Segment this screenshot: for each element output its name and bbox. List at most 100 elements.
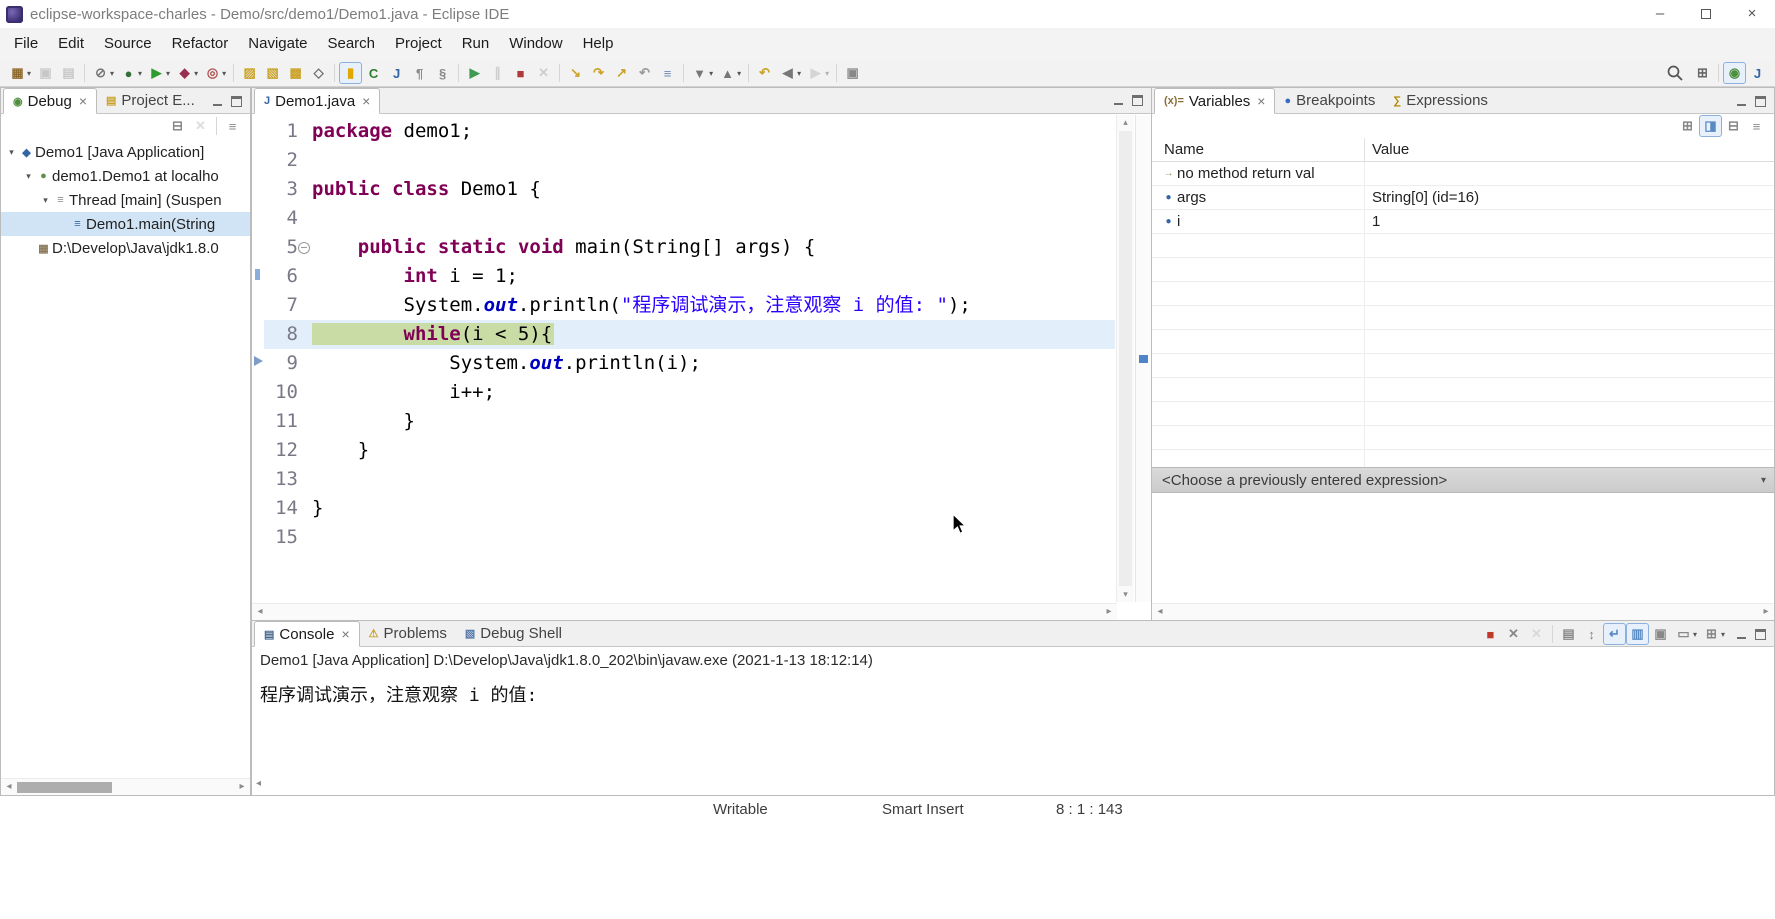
menu-item-edit[interactable]: Edit bbox=[48, 28, 94, 60]
dropdown-arrow-icon[interactable]: ▾ bbox=[737, 69, 741, 78]
fold-collapse-icon[interactable]: – bbox=[298, 242, 310, 254]
column-header-value[interactable]: Value bbox=[1372, 138, 1409, 162]
scroll-lock-toggle[interactable]: ↕ bbox=[1580, 623, 1603, 645]
step-return-button[interactable]: ↗ bbox=[610, 62, 633, 84]
scroll-left-icon[interactable]: ◂ bbox=[1152, 604, 1168, 620]
step-into-button[interactable]: ↘ bbox=[564, 62, 587, 84]
open-perspective-button[interactable]: ⊞ bbox=[1691, 62, 1714, 84]
code-line-7[interactable]: 7 System.out.println("程序调试演示，注意观察 i 的值: … bbox=[264, 291, 1115, 320]
menu-item-run[interactable]: Run bbox=[452, 28, 500, 60]
maximize-view-icon[interactable] bbox=[1755, 629, 1766, 640]
scroll-right-icon[interactable]: ▸ bbox=[1758, 604, 1774, 620]
dropdown-arrow-icon[interactable]: ▾ bbox=[27, 69, 31, 78]
tab-debug-shell[interactable]: ▧Debug Shell bbox=[456, 621, 571, 646]
code-line-4[interactable]: 4 bbox=[264, 204, 1115, 233]
external-tools-button[interactable]: ◎▾ bbox=[201, 62, 229, 84]
collapse-all-button[interactable]: ⊟ bbox=[166, 115, 189, 137]
skip-all-breakpoints-button[interactable]: ⊘▾ bbox=[89, 62, 117, 84]
tree-item-launch[interactable]: ▾◆Demo1 [Java Application] bbox=[1, 140, 250, 164]
open-console-button[interactable]: ⊞▾ bbox=[1700, 623, 1728, 645]
twistie-icon[interactable]: ▾ bbox=[22, 171, 35, 182]
code-line-11[interactable]: 11 } bbox=[264, 407, 1115, 436]
resume-button[interactable]: ▶ bbox=[463, 62, 486, 84]
code-line-10[interactable]: 10 i++; bbox=[264, 378, 1115, 407]
scroll-left-icon[interactable]: ◂ bbox=[252, 604, 268, 620]
editor-hscrollbar[interactable]: ◂ ▸ bbox=[252, 603, 1117, 620]
scroll-down-icon[interactable]: ▾ bbox=[1117, 589, 1134, 600]
minimize-view-icon[interactable] bbox=[1736, 96, 1747, 107]
terminate-console-button[interactable]: ■ bbox=[1479, 623, 1502, 645]
display-console-button[interactable]: ▭▾ bbox=[1672, 623, 1700, 645]
last-edit-location-button[interactable]: ↶ bbox=[753, 62, 776, 84]
column-divider[interactable] bbox=[1364, 138, 1365, 161]
code-area[interactable]: 1package demo1;23public class Demo1 {45–… bbox=[264, 117, 1115, 552]
console-output[interactable]: 程序调试演示，注意观察 i 的值: bbox=[252, 675, 1774, 774]
show-whitespace-toggle[interactable]: ¶ bbox=[408, 62, 431, 84]
close-icon[interactable]: × bbox=[341, 626, 349, 642]
scroll-right-icon[interactable]: ▸ bbox=[1101, 604, 1117, 620]
scrollbar-thumb[interactable] bbox=[17, 782, 112, 793]
step-over-button[interactable]: ↷ bbox=[587, 62, 610, 84]
dropdown-arrow-icon[interactable]: ▾ bbox=[166, 69, 170, 78]
new-class-button[interactable]: C bbox=[362, 62, 385, 84]
twistie-icon[interactable]: ▾ bbox=[5, 147, 18, 158]
code-line-13[interactable]: 13 bbox=[264, 465, 1115, 494]
tab-project-explorer[interactable]: ▤Project E... bbox=[97, 88, 204, 113]
maximize-view-icon[interactable] bbox=[1755, 96, 1766, 107]
new-java-project-button[interactable]: ▨ bbox=[238, 62, 261, 84]
dropdown-arrow-icon[interactable]: ▾ bbox=[194, 69, 198, 78]
tree-item-jre[interactable]: ▦D:\Develop\Java\jdk1.8.0 bbox=[1, 236, 250, 260]
java-search-button[interactable]: J bbox=[385, 62, 408, 84]
search-button[interactable] bbox=[1663, 62, 1687, 84]
variables-hscrollbar[interactable]: ◂ ▸ bbox=[1152, 603, 1774, 620]
drop-to-frame-button[interactable]: ↶ bbox=[633, 62, 656, 84]
tree-item-stack-frame[interactable]: ≡Demo1.main(String bbox=[1, 212, 250, 236]
debug-panel-hscrollbar[interactable]: ◂ ▸ bbox=[1, 778, 250, 795]
dropdown-arrow-icon[interactable]: ▾ bbox=[825, 69, 829, 78]
menu-item-search[interactable]: Search bbox=[317, 28, 385, 60]
dropdown-arrow-icon[interactable]: ▾ bbox=[797, 69, 801, 78]
new-wizard-button[interactable]: ▦▾ bbox=[6, 62, 34, 84]
scroll-right-icon[interactable]: ▸ bbox=[234, 779, 250, 795]
code-line-2[interactable]: 2 bbox=[264, 146, 1115, 175]
code-line-15[interactable]: 15 bbox=[264, 523, 1115, 552]
tab-problems[interactable]: ⚠Problems bbox=[360, 621, 456, 646]
menu-item-navigate[interactable]: Navigate bbox=[238, 28, 317, 60]
dropdown-arrow-icon[interactable]: ▾ bbox=[222, 69, 226, 78]
menu-item-help[interactable]: Help bbox=[573, 28, 624, 60]
variable-row-1[interactable]: →no method return val bbox=[1152, 162, 1774, 186]
variables-view-menu-button[interactable]: ≡ bbox=[1745, 115, 1768, 137]
tree-item-thread-main[interactable]: ▾≡Thread [main] (Suspen bbox=[1, 188, 250, 212]
minimize-window-button[interactable]: – bbox=[1637, 0, 1683, 28]
open-type-button[interactable]: ▧ bbox=[261, 62, 284, 84]
show-type-names-toggle[interactable]: ◨ bbox=[1699, 115, 1722, 137]
next-annotation-button[interactable]: ▼▾ bbox=[688, 62, 716, 84]
toggle-mark-occurrences-button[interactable]: ▮ bbox=[339, 62, 362, 84]
editor-vscrollbar[interactable]: ▴ ▾ bbox=[1116, 115, 1134, 602]
variable-row-2[interactable]: ●argsString[0] (id=16) bbox=[1152, 186, 1774, 210]
twistie-icon[interactable]: ▾ bbox=[39, 195, 52, 206]
code-line-9[interactable]: 9 System.out.println(i); bbox=[264, 349, 1115, 378]
close-icon[interactable]: × bbox=[79, 93, 87, 109]
dropdown-arrow-icon[interactable]: ▾ bbox=[709, 69, 713, 78]
tab-expressions[interactable]: ∑Expressions bbox=[1384, 88, 1497, 113]
maximize-view-icon[interactable] bbox=[231, 96, 242, 107]
debug-view-menu-button[interactable]: ≡ bbox=[221, 115, 244, 137]
tab-debug[interactable]: ◉Debug× bbox=[3, 88, 97, 114]
show-source-toggle[interactable]: § bbox=[431, 62, 454, 84]
remove-launch-button[interactable]: ✕ bbox=[1502, 623, 1525, 645]
close-icon[interactable]: × bbox=[1257, 93, 1265, 109]
terminate-button[interactable]: ■ bbox=[509, 62, 532, 84]
tab-breakpoints[interactable]: ●Breakpoints bbox=[1275, 88, 1384, 113]
perspective-debug-button[interactable]: ◉ bbox=[1723, 62, 1746, 84]
code-line-6[interactable]: 6 int i = 1; bbox=[264, 262, 1115, 291]
pin-console-toggle[interactable]: ▣ bbox=[1649, 623, 1672, 645]
show-on-output-toggle[interactable]: ▥ bbox=[1626, 623, 1649, 645]
debug-button[interactable]: ●▾ bbox=[117, 62, 145, 84]
menu-item-source[interactable]: Source bbox=[94, 28, 162, 60]
code-line-12[interactable]: 12 } bbox=[264, 436, 1115, 465]
previous-annotation-button[interactable]: ▲▾ bbox=[716, 62, 744, 84]
code-line-5[interactable]: 5– public static void main(String[] args… bbox=[264, 233, 1115, 262]
code-line-1[interactable]: 1package demo1; bbox=[264, 117, 1115, 146]
collapse-all-button[interactable]: ⊟ bbox=[1722, 115, 1745, 137]
